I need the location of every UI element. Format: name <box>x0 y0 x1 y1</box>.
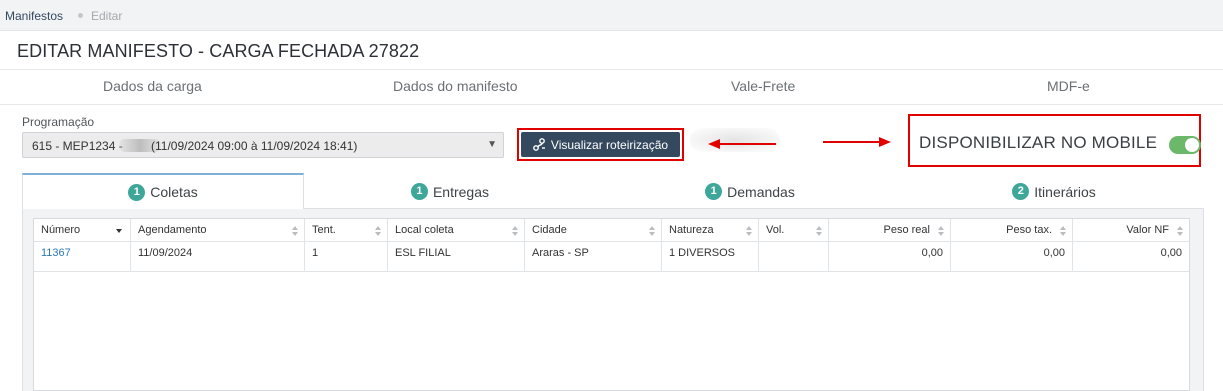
tab-dados-do-manifesto[interactable]: Dados do manifesto <box>393 78 518 94</box>
breadcrumb-current: Editar <box>91 9 123 23</box>
col-peso-real-header[interactable]: Peso real <box>829 219 951 242</box>
coletas-count-badge: 1 <box>128 183 146 201</box>
col-tent-header[interactable]: Tent. <box>305 219 388 242</box>
tab-vale-frete[interactable]: Vale-Frete <box>731 78 795 94</box>
tab-dados-da-carga[interactable]: Dados da carga <box>103 78 202 94</box>
page-title: EDITAR MANIFESTO - CARGA FECHADA 27822 <box>17 41 420 61</box>
breadcrumb: Manifestos Editar <box>0 0 1223 31</box>
title-divider <box>0 69 1223 70</box>
tab-coletas[interactable]: 1 Coletas <box>22 173 304 209</box>
tab-demandas-label: Demandas <box>727 183 795 200</box>
col-vol-header[interactable]: Vol. <box>759 219 829 242</box>
tab-entregas[interactable]: 1 Entregas <box>304 174 596 209</box>
demandas-count-badge: 1 <box>705 183 723 200</box>
toggle-knob <box>1185 138 1199 152</box>
programacao-period: (11/09/2024 09:00 à 11/09/2024 18:41) <box>151 139 358 153</box>
route-button-label: Visualizar roteirização <box>550 137 669 152</box>
table-row[interactable]: 11367 11/09/2024 1 ESL FILIAL Araras - S… <box>34 242 1189 272</box>
mobile-label: DISPONIBILIZAR NO MOBILE <box>919 133 1158 152</box>
tab-entregas-label: Entregas <box>432 183 490 200</box>
programacao-code: 615 - MEP1234 - <box>32 139 123 153</box>
cell-natureza: 1 DIVERSOS <box>662 242 759 272</box>
tab-itinerarios[interactable]: 2 Itinerários <box>904 174 1204 209</box>
tabs-divider <box>0 104 1223 105</box>
arrow-right-icon <box>823 137 891 147</box>
col-local-coleta-header[interactable]: Local coleta <box>388 219 525 242</box>
tab-coletas-label: Coletas <box>150 184 198 200</box>
tab-itinerarios-label: Itinerários <box>1034 183 1096 200</box>
sort-icon <box>1060 226 1066 236</box>
col-numero-header[interactable]: Número <box>34 219 131 242</box>
visualizar-roteirizacao-button[interactable]: Visualizar roteirização <box>521 132 680 157</box>
tab-demandas[interactable]: 1 Demandas <box>596 174 904 209</box>
caret-down-icon: ▼ <box>487 139 497 150</box>
arrow-left-icon <box>708 139 776 149</box>
cell-peso-tax: 0,00 <box>951 242 1073 272</box>
sort-icon <box>375 226 381 236</box>
tab-mdf-e[interactable]: MDF-e <box>1047 78 1090 94</box>
programacao-select[interactable]: 615 - MEP1234 - (11/09/2024 09:00 à 11/0… <box>22 132 504 158</box>
table-header-row: Número Agendamento Tent. Local coleta Ci… <box>34 219 1189 242</box>
entregas-count-badge: 1 <box>410 183 428 200</box>
sort-desc-icon <box>116 229 122 233</box>
sort-icon <box>649 226 655 236</box>
cell-valor-nf: 0,00 <box>1160 247 1182 259</box>
cell-vol <box>759 242 829 272</box>
col-natureza-header[interactable]: Natureza <box>662 219 759 242</box>
sort-icon <box>292 226 298 236</box>
sort-icon <box>746 226 752 236</box>
sort-icon <box>816 226 822 236</box>
sort-icon <box>512 226 518 236</box>
coletas-table: Número Agendamento Tent. Local coleta Ci… <box>33 218 1190 391</box>
itinerarios-count-badge: 2 <box>1012 183 1030 200</box>
mobile-toggle[interactable] <box>1169 136 1201 154</box>
col-peso-tax-header[interactable]: Peso tax. <box>951 219 1073 242</box>
breadcrumb-separator <box>78 13 83 18</box>
sort-icon <box>1177 226 1183 236</box>
breadcrumb-manifestos-link[interactable]: Manifestos <box>5 9 63 23</box>
cell-agendamento: 11/09/2024 <box>131 242 305 272</box>
col-valor-nf-header[interactable]: Valor NF <box>1073 219 1189 242</box>
cell-tent: 1 <box>305 242 388 272</box>
col-cidade-header[interactable]: Cidade <box>525 219 662 242</box>
cell-cidade: Araras - SP <box>525 242 662 272</box>
route-icon <box>533 138 545 151</box>
col-agendamento-header[interactable]: Agendamento <box>131 219 305 242</box>
programacao-label: Programação <box>22 115 95 129</box>
cell-peso-real: 0,00 <box>829 242 951 272</box>
sub-tabs: 1 Coletas 1 Entregas 1 Demandas 2 Itiner… <box>22 173 1204 209</box>
cell-numero[interactable]: 11367 <box>34 242 131 272</box>
sort-icon <box>938 226 944 236</box>
cell-local-coleta: ESL FILIAL <box>388 242 525 272</box>
